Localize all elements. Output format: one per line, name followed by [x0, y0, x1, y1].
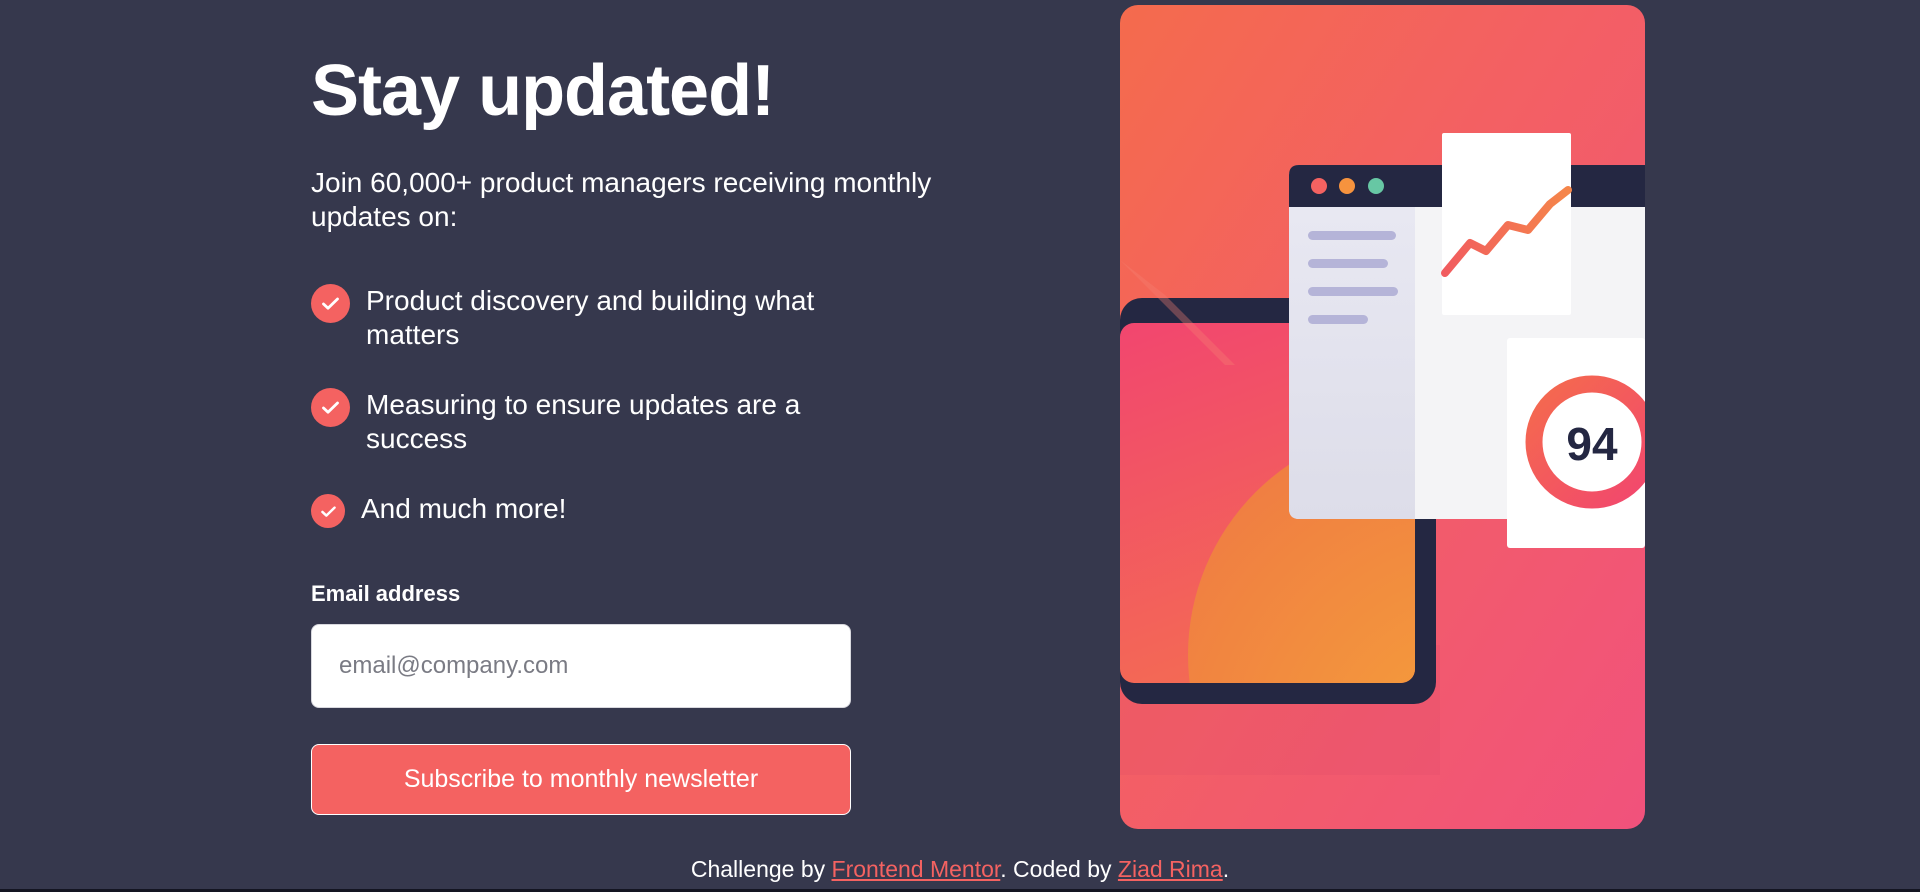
window-dot-orange — [1339, 178, 1355, 194]
window-dot-green — [1368, 178, 1384, 194]
feature-list: Product discovery and building what matt… — [311, 284, 871, 528]
window-dot-red — [1311, 178, 1327, 194]
email-label: Email address — [311, 581, 461, 606]
feature-item: Measuring to ensure updates are a succes… — [311, 388, 871, 456]
check-icon — [311, 284, 350, 323]
attribution: Challenge by Frontend Mentor. Coded by Z… — [0, 856, 1920, 883]
check-icon — [311, 388, 350, 427]
frontend-mentor-link[interactable]: Frontend Mentor — [832, 856, 1001, 882]
attribution-middle: . Coded by — [1000, 856, 1118, 882]
hero-illustration: 94 — [1120, 5, 1645, 829]
feature-text: And much more! — [361, 493, 567, 524]
intro-text: Join 60,000+ product managers receiving … — [311, 167, 932, 232]
feature-item: Product discovery and building what matt… — [311, 284, 871, 352]
check-icon — [311, 494, 345, 528]
feature-text: Product discovery and building what matt… — [366, 285, 815, 350]
score-value: 94 — [1566, 418, 1618, 470]
attribution-suffix: . — [1222, 856, 1230, 882]
attribution-prefix: Challenge by — [690, 856, 832, 882]
dashboard-illustration: 94 — [1120, 5, 1645, 829]
subscribe-button[interactable]: Subscribe to monthly newsletter — [311, 744, 851, 815]
page-title: Stay updated! — [311, 51, 775, 131]
feature-text: Measuring to ensure updates are a succes… — [366, 389, 801, 454]
email-input[interactable] — [311, 624, 851, 708]
feature-item: And much more! — [311, 492, 871, 528]
author-link[interactable]: Ziad Rima — [1118, 856, 1223, 882]
